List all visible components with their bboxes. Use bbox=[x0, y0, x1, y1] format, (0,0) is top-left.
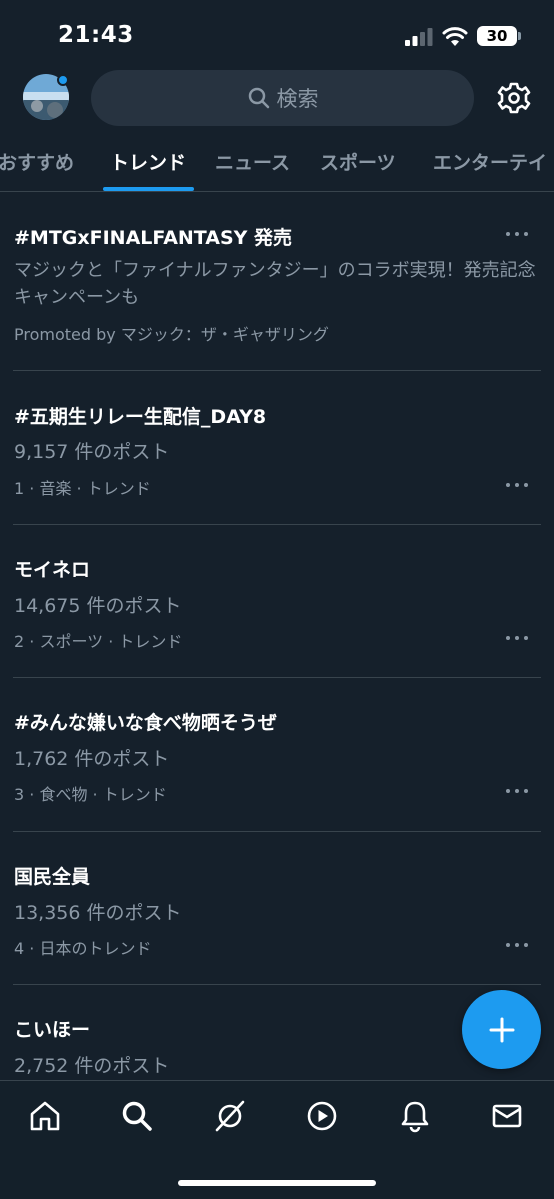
compose-button[interactable] bbox=[462, 990, 541, 1069]
trend-meta: 3 · 食べ物 · トレンド bbox=[14, 785, 167, 804]
tab-bar: おすすめ トレンド ニュース スポーツ エンターテイ bbox=[0, 140, 554, 192]
search-placeholder: 検索 bbox=[276, 87, 319, 111]
plus-icon bbox=[489, 1017, 514, 1042]
trend-item[interactable]: モイネロ 14,675 件のポスト 2 · スポーツ · トレンド bbox=[0, 525, 554, 678]
wifi-icon bbox=[442, 27, 468, 46]
home-indicator bbox=[178, 1180, 376, 1186]
tab-entertainment[interactable]: エンターテイ bbox=[433, 148, 547, 175]
promoted-label: Promoted by マジック：ザ・ギャザリング bbox=[14, 325, 329, 344]
gear-icon[interactable] bbox=[496, 80, 532, 116]
tab-trending[interactable]: トレンド bbox=[110, 148, 186, 175]
more-dots-icon[interactable] bbox=[506, 229, 530, 239]
trend-description: マジックと「ファイナルファンタジー」のコラボ実現！発売記念キャンペーンも bbox=[14, 260, 536, 308]
tab-news[interactable]: ニュース bbox=[215, 148, 290, 175]
bell-icon[interactable] bbox=[398, 1099, 432, 1133]
tab-active-indicator bbox=[103, 187, 194, 191]
trend-item[interactable]: #みんな嫌いな食べ物晒そうぜ 1,762 件のポスト 3 · 食べ物 · トレン… bbox=[0, 678, 554, 832]
trend-title: 国民全員 bbox=[14, 866, 91, 888]
search-icon[interactable] bbox=[120, 1099, 154, 1133]
notification-dot bbox=[57, 74, 69, 86]
trend-meta: 4 · 日本のトレンド bbox=[14, 939, 152, 958]
tab-sports[interactable]: スポーツ bbox=[320, 148, 396, 175]
trend-item[interactable]: 国民全員 13,356 件のポスト 4 · 日本のトレンド bbox=[0, 832, 554, 985]
trend-post-count: 9,157 件のポスト bbox=[14, 441, 170, 463]
play-icon[interactable] bbox=[305, 1099, 339, 1133]
trend-post-count: 14,675 件のポスト bbox=[14, 595, 182, 617]
more-dots-icon[interactable] bbox=[506, 480, 530, 490]
more-dots-icon[interactable] bbox=[506, 940, 530, 950]
trend-title: モイネロ bbox=[14, 559, 91, 581]
search-input[interactable]: 検索 bbox=[91, 70, 474, 126]
trend-meta: 2 · スポーツ · トレンド bbox=[14, 632, 183, 651]
trend-meta: 1 · 音楽 · トレンド bbox=[14, 479, 151, 498]
home-icon[interactable] bbox=[28, 1099, 62, 1133]
more-dots-icon[interactable] bbox=[506, 633, 530, 643]
trend-post-count: 2,752 件のポスト bbox=[14, 1055, 170, 1077]
trend-title: #みんな嫌いな食べ物晒そうぜ bbox=[14, 712, 277, 734]
trend-post-count: 13,356 件のポスト bbox=[14, 902, 182, 924]
mail-icon[interactable] bbox=[490, 1099, 524, 1133]
search-icon bbox=[248, 87, 269, 109]
slash-circle-icon[interactable] bbox=[213, 1099, 247, 1133]
more-dots-icon[interactable] bbox=[506, 786, 530, 796]
status-time: 21:43 bbox=[58, 22, 134, 48]
battery-cap bbox=[518, 32, 521, 40]
trend-item-promoted[interactable]: #MTGxFINALFANTASY 発売 マジックと「ファイナルファンタジー」の… bbox=[0, 193, 554, 371]
trend-item[interactable]: #五期生リレー生配信_DAY8 9,157 件のポスト 1 · 音楽 · トレン… bbox=[0, 371, 554, 525]
cellular-signal-icon bbox=[405, 28, 433, 46]
tab-recommended[interactable]: おすすめ bbox=[0, 148, 74, 175]
status-bar: 21:43 30 bbox=[0, 0, 554, 72]
trend-title: こいほー bbox=[14, 1019, 91, 1041]
battery-indicator: 30 bbox=[477, 26, 517, 46]
trend-title: #五期生リレー生配信_DAY8 bbox=[14, 406, 267, 428]
trend-title: #MTGxFINALFANTASY 発売 bbox=[14, 227, 293, 249]
trend-post-count: 1,762 件のポスト bbox=[14, 748, 170, 770]
